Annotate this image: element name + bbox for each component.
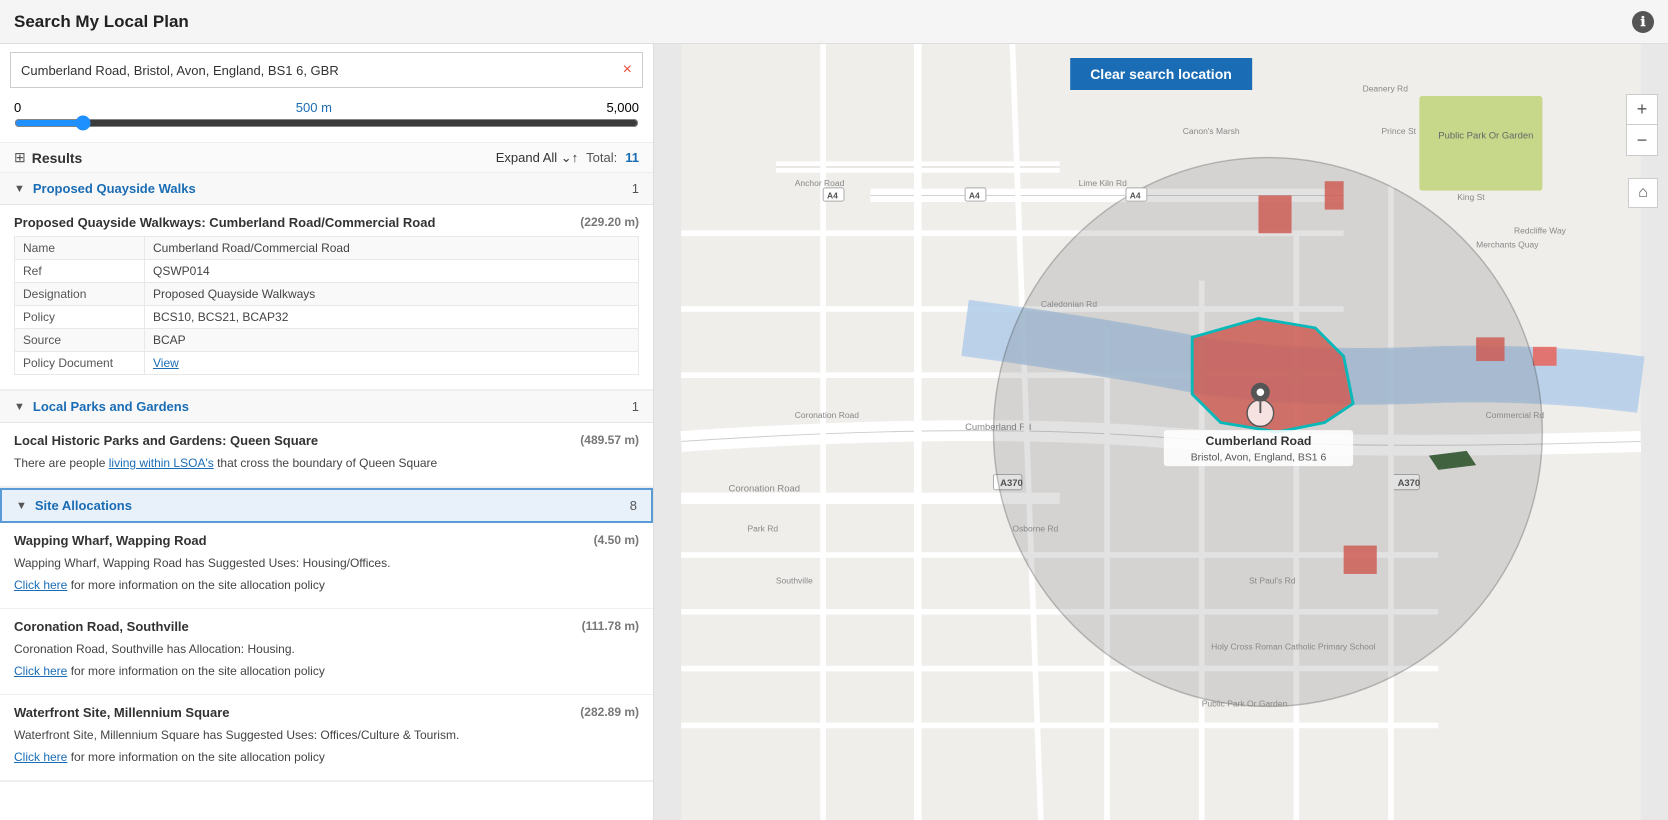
section-local-parks: ▼ Local Parks and Gardens 1 Local Histor… [0,391,653,488]
section-count: 8 [630,498,637,513]
table-row: Policy Document View [15,352,639,375]
svg-text:King St: King St [1457,192,1485,202]
svg-text:Merchants Quay: Merchants Quay [1476,239,1539,249]
click-here-link[interactable]: Click here [14,750,67,764]
results-label: Results [32,150,83,166]
results-right: Expand All ⌄↑ Total: 11 [496,150,639,166]
svg-text:Southville: Southville [776,575,813,585]
table-icon: ⊞ [14,149,26,166]
left-panel: × 0 500 m 5,000 ⊞ Results Exp [0,44,654,820]
zoom-in-button[interactable]: + [1627,95,1657,125]
view-link[interactable]: View [153,356,179,370]
map-zoom-controls: + − [1626,94,1658,156]
click-here-link[interactable]: Click here [14,578,67,592]
svg-text:Holy Cross Roman Catholic Prim: Holy Cross Roman Catholic Primary School [1211,642,1375,652]
results-bar: ⊞ Results Expand All ⌄↑ Total: 11 [0,142,653,173]
svg-text:St Paul's Rd: St Paul's Rd [1249,575,1296,585]
slider-max-label: 5,000 [606,100,639,115]
results-total-label: Total: [586,150,617,165]
app-container: Search My Local Plan ℹ × 0 500 m 5,000 [0,0,1668,820]
item-description: There are people living within LSOA's th… [14,454,639,472]
svg-text:Public Park Or Garden: Public Park Or Garden [1438,131,1533,142]
svg-text:Coronation Road: Coronation Road [729,484,800,495]
svg-text:Anchor Road: Anchor Road [795,178,845,188]
lsoa-link[interactable]: living within LSOA's [109,456,214,470]
expand-all-button[interactable]: Expand All ⌄↑ [496,150,578,166]
result-title: Waterfront Site, Millennium Square (282.… [14,705,639,720]
section-site-allocations: ▼ Site Allocations 8 Wapping Wharf, Wapp… [0,488,653,782]
table-row: Ref QSWP014 [15,260,639,283]
slider-min-label: 0 [14,100,21,115]
item-link-line: Click here for more information on the s… [14,576,639,594]
clear-search-button[interactable]: Clear search location [1070,58,1252,90]
slider-section: 0 500 m 5,000 [0,96,653,142]
table-row: Name Cumberland Road/Commercial Road [15,237,639,260]
search-clear-button[interactable]: × [617,61,632,79]
item-description: Coronation Road, Southville has Allocati… [14,640,639,658]
section-title: Local Parks and Gardens [33,399,189,414]
chevron-icon: ▼ [16,500,27,512]
item-link-line: Click here for more information on the s… [14,662,639,680]
result-title: Proposed Quayside Walkways: Cumberland R… [14,215,639,230]
result-title: Local Historic Parks and Gardens: Queen … [14,433,639,448]
svg-text:Commercial Rd: Commercial Rd [1486,410,1545,420]
svg-text:A4: A4 [1130,190,1141,200]
section-count: 1 [632,181,639,196]
svg-text:A4: A4 [969,190,980,200]
search-bar: × [10,52,643,88]
click-here-link[interactable]: Click here [14,664,67,678]
svg-text:Prince St: Prince St [1381,126,1416,136]
section-title: Proposed Quayside Walks [33,181,196,196]
svg-text:Lime Kiln Rd: Lime Kiln Rd [1079,178,1127,188]
map-area: Clear search location + − ⌂ [654,44,1668,820]
svg-text:Deanery Rd: Deanery Rd [1363,83,1409,93]
list-item: Wapping Wharf, Wapping Road (4.50 m) Wap… [0,523,653,609]
svg-text:Public Park Or Garden: Public Park Or Garden [1202,698,1288,708]
section-header-local-parks[interactable]: ▼ Local Parks and Gardens 1 [0,391,653,423]
svg-text:Caledonian Rd: Caledonian Rd [1041,299,1098,309]
item-description: Wapping Wharf, Wapping Road has Suggeste… [14,554,639,572]
slider-current-label: 500 m [296,100,332,115]
section-header-site-allocations[interactable]: ▼ Site Allocations 8 [0,488,653,523]
svg-text:Coronation Road: Coronation Road [795,410,860,420]
svg-text:Redcliffe Way: Redcliffe Way [1514,225,1567,235]
svg-text:Cumberland Road: Cumberland Road [1206,434,1312,448]
search-input[interactable] [21,63,617,78]
list-item: Local Historic Parks and Gardens: Queen … [0,423,653,487]
svg-text:Park Rd: Park Rd [747,523,778,533]
table-row: Policy BCS10, BCS21, BCAP32 [15,306,639,329]
distance-slider[interactable] [14,115,639,131]
map-svg: Cumberland Rd A370 A370 Coronation Road [654,44,1668,820]
zoom-out-button[interactable]: − [1627,125,1657,155]
section-count: 1 [632,399,639,414]
page-title: Search My Local Plan [14,12,189,32]
header: Search My Local Plan ℹ [0,0,1668,44]
home-button[interactable]: ⌂ [1628,178,1658,208]
list-item: Proposed Quayside Walkways: Cumberland R… [0,205,653,390]
results-left: ⊞ Results [14,149,82,166]
section-header-proposed-quayside-walks[interactable]: ▼ Proposed Quayside Walks 1 [0,173,653,205]
section-proposed-quayside-walks: ▼ Proposed Quayside Walks 1 Proposed Qua… [0,173,653,391]
svg-text:Canon's Marsh: Canon's Marsh [1183,126,1240,136]
table-row: Designation Proposed Quayside Walkways [15,283,639,306]
table-row: Source BCAP [15,329,639,352]
list-item: Waterfront Site, Millennium Square (282.… [0,695,653,781]
list-item: Coronation Road, Southville (111.78 m) C… [0,609,653,695]
slider-label-row: 0 500 m 5,000 [14,100,639,115]
results-total-count: 11 [625,150,639,165]
section-title: Site Allocations [35,498,132,513]
result-title: Wapping Wharf, Wapping Road (4.50 m) [14,533,639,548]
properties-table: Name Cumberland Road/Commercial Road Ref… [14,236,639,375]
svg-text:A4: A4 [827,190,838,200]
info-icon[interactable]: ℹ [1632,11,1654,33]
svg-text:Bristol, Avon, England, BS1 6: Bristol, Avon, England, BS1 6 [1191,452,1327,463]
chevron-icon: ▼ [14,401,25,413]
chevron-icon: ▼ [14,183,25,195]
svg-text:Osborne Rd: Osborne Rd [1012,523,1058,533]
item-link-line: Click here for more information on the s… [14,748,639,766]
item-description: Waterfront Site, Millennium Square has S… [14,726,639,744]
result-title: Coronation Road, Southville (111.78 m) [14,619,639,634]
main-layout: × 0 500 m 5,000 ⊞ Results Exp [0,44,1668,820]
results-list: ▼ Proposed Quayside Walks 1 Proposed Qua… [0,173,653,820]
